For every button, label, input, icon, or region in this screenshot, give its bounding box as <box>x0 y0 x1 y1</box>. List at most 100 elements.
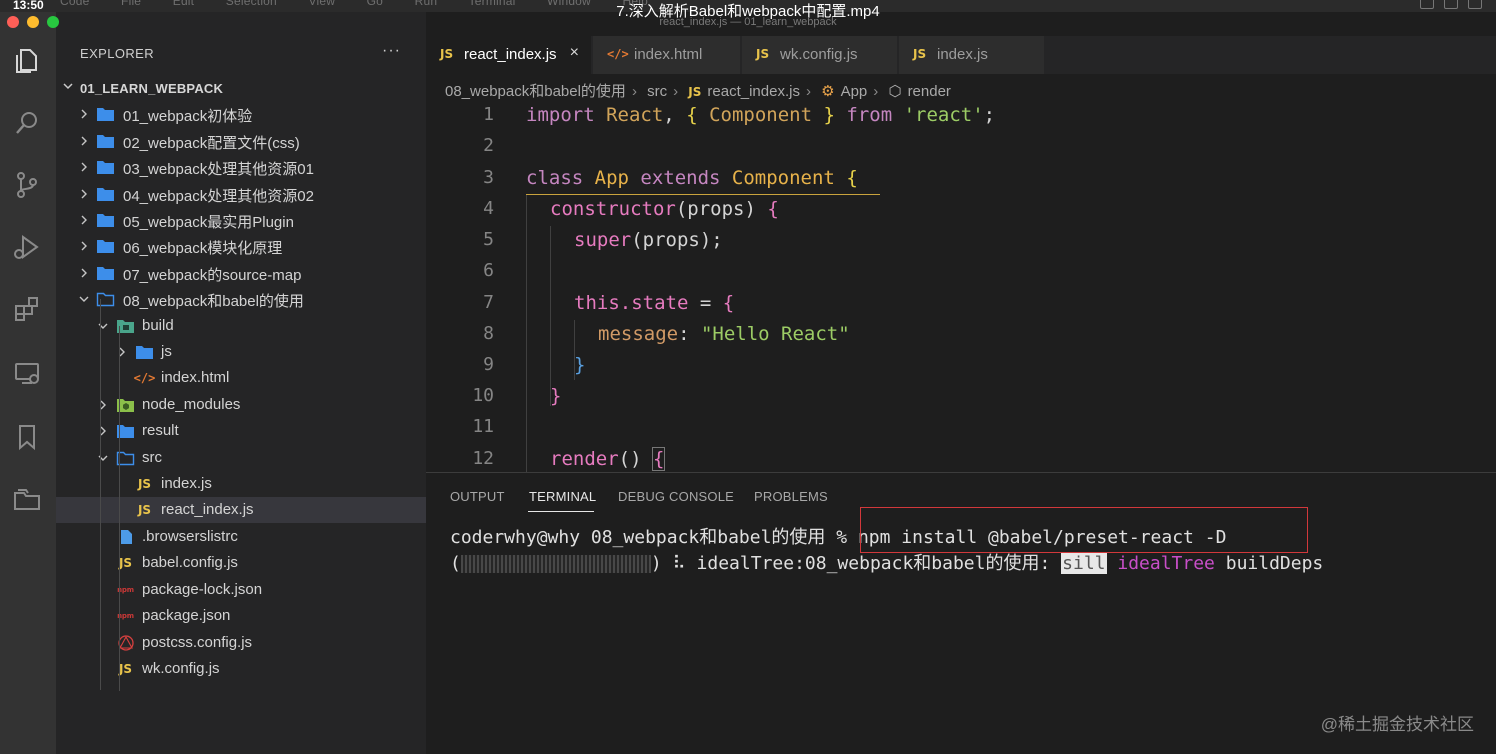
breadcrumb-file[interactable]: react_index.js <box>707 83 800 100</box>
folder-icon <box>96 237 115 255</box>
tree-item[interactable]: </> index.html <box>56 365 426 391</box>
tree-item[interactable]: JS react_index.js <box>56 497 426 523</box>
tab-index-js[interactable]: JS index.js <box>899 36 1045 74</box>
tree-item-label: index.js <box>161 475 212 492</box>
chevron-right-icon: › <box>673 83 679 100</box>
tree-item[interactable]: JS index.js <box>56 471 426 497</box>
search-icon[interactable] <box>10 106 44 140</box>
close-tab-icon[interactable]: × <box>570 44 579 62</box>
tree-item-label: 01_webpack初体验 <box>123 108 253 125</box>
log-level-badge: sill <box>1061 553 1107 574</box>
bookmark-icon[interactable] <box>10 420 44 454</box>
tree-item[interactable]: 01_webpack初体验 <box>56 101 426 127</box>
chevron-right-icon <box>81 136 87 146</box>
method-symbol-icon: ⬡ <box>888 83 902 100</box>
js-file-icon: JS <box>137 503 152 517</box>
tab-problems[interactable]: PROBLEMS <box>754 489 828 504</box>
explorer-icon[interactable] <box>10 44 44 78</box>
code-token: React <box>606 104 664 126</box>
tree-item-label: postcss.config.js <box>142 634 253 651</box>
extensions-icon[interactable] <box>10 292 44 326</box>
tree-item-label: 02_webpack配置文件(css) <box>123 135 300 152</box>
chevron-right-icon <box>81 109 87 119</box>
remote-explorer-icon[interactable] <box>10 356 44 390</box>
explorer-sidebar: EXPLORER ··· 01_LEARN_WEBPACK 01_webpack… <box>56 12 426 754</box>
code-token: (props) <box>675 198 768 220</box>
tree-item[interactable]: 03_webpack处理其他资源01 <box>56 154 426 180</box>
project-root[interactable]: 01_LEARN_WEBPACK <box>56 76 426 100</box>
tree-item[interactable]: JS babel.config.js <box>56 550 426 576</box>
code-token: constructor <box>550 198 676 220</box>
tree-item[interactable]: JS wk.config.js <box>56 656 426 682</box>
breadcrumb-symbol-app[interactable]: App <box>841 83 868 100</box>
code-token: : <box>678 323 701 345</box>
tab-label: wk.config.js <box>780 46 858 63</box>
tree-item[interactable]: npm package-lock.json <box>56 577 426 603</box>
tree-item-label: 03_webpack处理其他资源01 <box>123 161 314 178</box>
folder-icon <box>96 185 115 203</box>
tab-label: index.html <box>634 46 703 63</box>
terminal-status: buildDeps <box>1214 553 1324 574</box>
line-number: 8 <box>483 323 494 344</box>
chevron-right-icon <box>81 189 87 199</box>
tree-item[interactable]: 05_webpack最实用Plugin <box>56 207 426 233</box>
breadcrumb-src[interactable]: src <box>647 83 667 100</box>
tree-item[interactable]: result <box>56 418 426 444</box>
tree-item-label: node_modules <box>142 396 241 413</box>
tree-item[interactable]: npm package.json <box>56 603 426 629</box>
tree-item-label: babel.config.js <box>142 554 238 571</box>
more-actions-button[interactable]: ··· <box>382 42 401 60</box>
line-number: 4 <box>483 198 494 219</box>
tree-item[interactable]: postcss.config.js <box>56 630 426 656</box>
code-token: import <box>526 104 595 126</box>
chevron-right-icon <box>81 241 87 251</box>
code-token: super <box>574 229 632 251</box>
project-manager-icon[interactable] <box>10 482 44 516</box>
run-debug-icon[interactable] <box>10 230 44 264</box>
tree-item[interactable]: 04_webpack处理其他资源02 <box>56 181 426 207</box>
line-number: 6 <box>483 260 494 281</box>
tree-item-label: package.json <box>142 607 231 624</box>
tree-item[interactable]: js <box>56 339 426 365</box>
code-token: { <box>846 167 858 189</box>
code-token: { <box>722 292 735 314</box>
chevron-right-icon: › <box>805 83 811 100</box>
html-file-icon: </> <box>133 371 156 385</box>
code-editor[interactable]: 1 import React, { Component } from 'react… <box>426 100 1496 472</box>
code-token: } <box>550 385 562 407</box>
tree-item[interactable]: src <box>56 445 426 471</box>
tree-item-label: index.html <box>161 369 230 386</box>
tree-item[interactable]: 07_webpack的source-map <box>56 260 426 286</box>
tree-item[interactable]: 02_webpack配置文件(css) <box>56 128 426 154</box>
close-window-button[interactable] <box>7 16 19 28</box>
window-title: react_index.js — 01_learn_webpack <box>659 16 837 28</box>
tab-terminal[interactable]: TERMINAL <box>529 489 596 504</box>
tab-wk-config-js[interactable]: JS wk.config.js <box>742 36 898 74</box>
source-control-icon[interactable] <box>10 168 44 202</box>
breadcrumb-folder[interactable]: 08_webpack和babel的使用 <box>445 83 626 100</box>
tree-item[interactable]: build <box>56 313 426 339</box>
tree-item[interactable]: 06_webpack模块化原理 <box>56 233 426 259</box>
tree-item-label: 04_webpack处理其他资源02 <box>123 188 314 205</box>
terminal-output[interactable]: coderwhy@why 08_webpack和babel的使用 % npm i… <box>450 523 1323 607</box>
line-number: 9 <box>483 354 494 375</box>
breadcrumb-symbol-render[interactable]: render <box>908 83 951 100</box>
tab-react-index-js[interactable]: JS react_index.js × <box>426 36 592 74</box>
tab-debug-console[interactable]: DEBUG CONSOLE <box>618 489 734 504</box>
folder-icon <box>96 158 115 176</box>
maximize-window-button[interactable] <box>47 16 59 28</box>
breadcrumb: 08_webpack和babel的使用 › src › JS react_index.… <box>445 80 957 100</box>
code-token: .state <box>619 292 689 314</box>
tab-index-html[interactable]: </> index.html <box>593 36 741 74</box>
highlight-box <box>860 507 1308 553</box>
tree-item[interactable]: .browserslistrc <box>56 524 426 550</box>
terminal-status: idealTree:08_webpack和babel的使用: <box>696 553 1062 574</box>
progress-close: ) ⠧ <box>650 553 697 574</box>
tab-output[interactable]: OUTPUT <box>450 489 505 504</box>
code-token: ; <box>983 104 996 126</box>
minimize-window-button[interactable] <box>27 16 39 28</box>
chevron-right-icon <box>119 347 125 357</box>
chevron-right-icon: › <box>873 83 879 100</box>
tree-item[interactable]: 08_webpack和babel的使用 <box>56 286 426 312</box>
tree-item[interactable]: node_modules <box>56 392 426 418</box>
